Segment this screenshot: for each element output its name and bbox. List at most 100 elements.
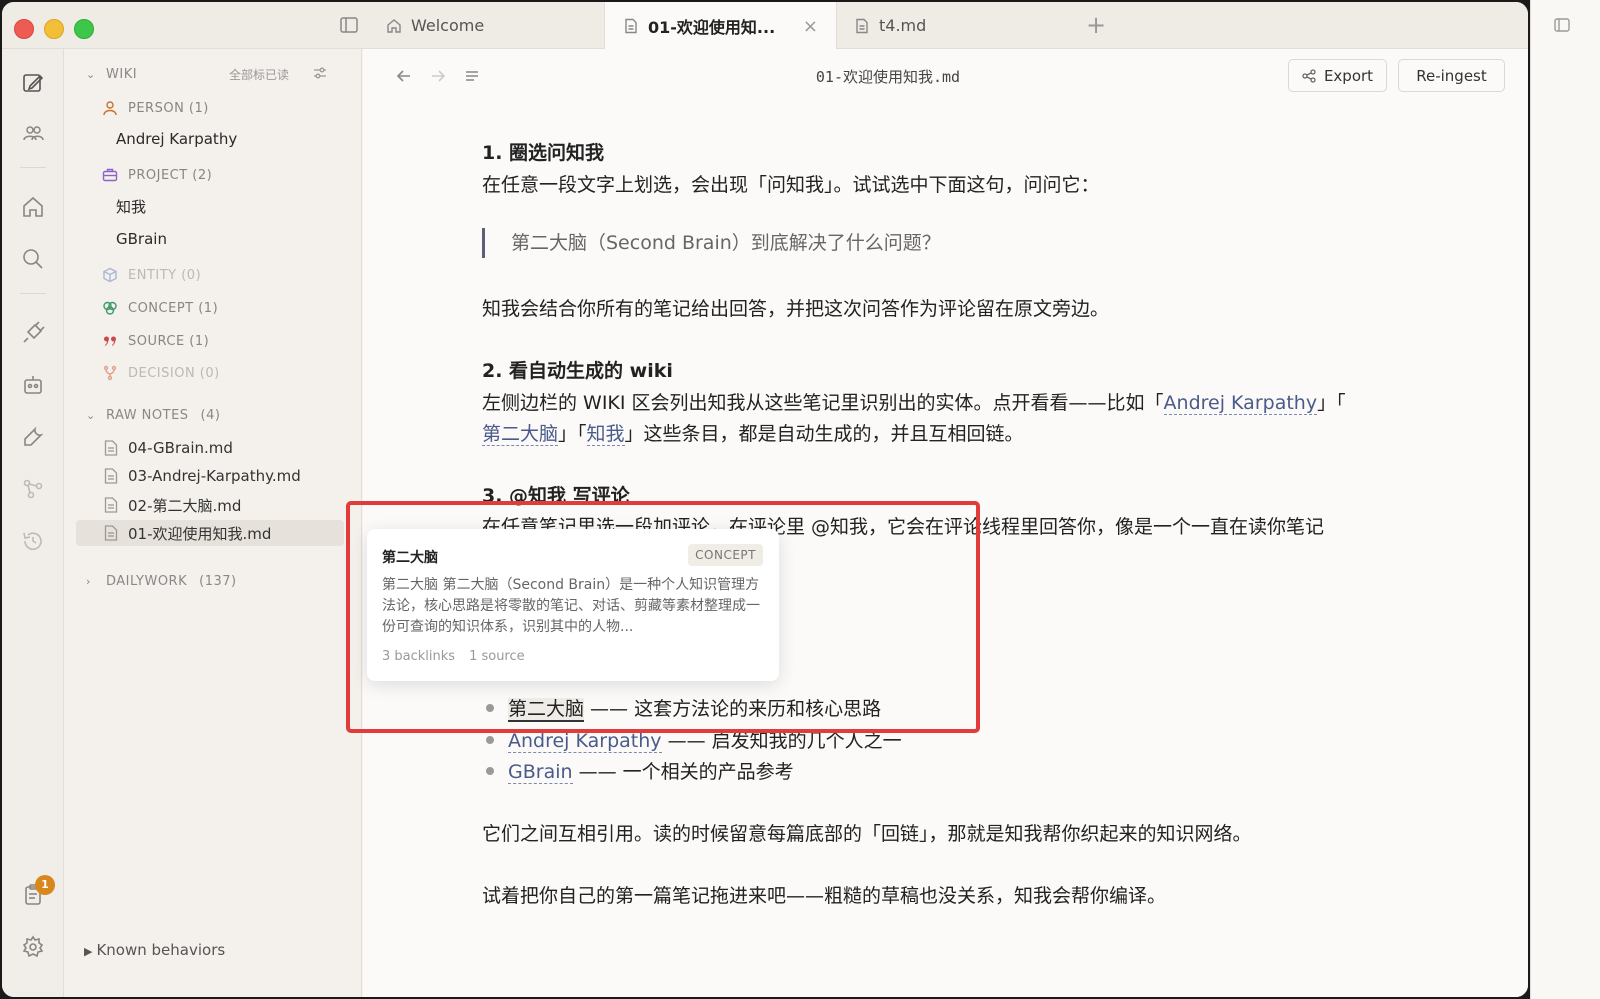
text: 」这些条目，都是自动生成的，并且互相回链。 xyxy=(624,423,1024,445)
filter-icon[interactable] xyxy=(312,65,328,81)
wiki-entry[interactable]: Andrej Karpathy xyxy=(116,130,237,148)
close-window-button[interactable] xyxy=(14,19,34,39)
history-icon[interactable] xyxy=(21,529,45,553)
raw-notes-section-header[interactable]: ⌄ RAW NOTES (4) xyxy=(86,408,220,423)
wiki-entry[interactable]: GBrain xyxy=(116,230,167,248)
wiki-entry[interactable]: 知我 xyxy=(116,196,146,217)
close-tab-icon[interactable]: × xyxy=(803,16,818,37)
robot-icon[interactable] xyxy=(21,373,45,397)
paragraph: 左侧边栏的 WIKI 区会列出知我从这些笔记里识别出的实体。点开看看——比如「A… xyxy=(482,388,1346,415)
known-behaviors-toggle[interactable]: ▶ Known behaviors xyxy=(84,941,225,959)
file-icon xyxy=(104,468,118,484)
category-source[interactable]: SOURCE (1) xyxy=(102,333,209,349)
plug-icon[interactable] xyxy=(21,321,45,345)
note-item-selected[interactable]: 01-欢迎使用知我.md xyxy=(76,520,344,546)
file-icon xyxy=(104,497,118,513)
file-icon xyxy=(856,18,868,33)
file-icon xyxy=(104,440,118,456)
category-project[interactable]: PROJECT (2) xyxy=(102,167,212,183)
divider xyxy=(20,167,46,168)
blockquote: 第二大脑（Second Brain）到底解决了什么问题？ xyxy=(482,228,941,258)
sidebar-toggle-icon[interactable] xyxy=(339,15,359,35)
minimize-window-button[interactable] xyxy=(44,19,64,39)
dailywork-section-header[interactable]: › DAILYWORK (137) xyxy=(86,574,237,589)
list-item: GBrain —— 一个相关的产品参考 xyxy=(486,757,794,784)
document-title: 01-欢迎使用知我.md xyxy=(815,68,961,86)
category-decision[interactable]: DECISION (0) xyxy=(102,365,220,381)
export-label: Export xyxy=(1323,66,1374,85)
file-icon xyxy=(625,18,637,33)
text: —— 一个相关的产品参考 xyxy=(572,761,794,783)
paragraph: 它们之间互相引用。读的时候留意每篇底部的「回链」，那就是知我帮你织起来的知识网络… xyxy=(482,823,1252,845)
new-tab-button[interactable]: + xyxy=(1086,11,1106,39)
paragraph: 知我会结合你所有的笔记给出回答，并把这次问答作为评论留在原文旁边。 xyxy=(482,298,1110,320)
home-icon[interactable] xyxy=(21,195,45,219)
note-item[interactable]: 02-第二大脑.md xyxy=(76,492,344,518)
window-controls xyxy=(14,19,94,39)
wiki-link-gbrain[interactable]: GBrain xyxy=(508,761,573,784)
wiki-link-second-brain[interactable]: 第二大脑 xyxy=(482,423,559,446)
tab-label: t4.md xyxy=(879,16,927,35)
panel-toggle-icon[interactable] xyxy=(1553,16,1571,34)
reingest-button[interactable]: Re-ingest xyxy=(1398,59,1505,92)
chevron-right-icon: › xyxy=(86,575,91,588)
home-icon xyxy=(387,18,401,33)
chevron-down-icon: ⌄ xyxy=(86,409,96,422)
quote-icon xyxy=(104,336,116,346)
paragraph: 试着把你自己的第一篇笔记拖进来吧——粗糙的草稿也没关系，知我会帮你编译。 xyxy=(482,885,1167,907)
brain-icon xyxy=(103,301,117,315)
tab-label: Welcome xyxy=(411,16,485,35)
export-button[interactable]: Export xyxy=(1288,59,1387,92)
note-item[interactable]: 03-Andrej-Karpathy.md xyxy=(76,463,344,489)
wiki-link-zhiwo[interactable]: 知我 xyxy=(586,423,625,446)
category-label: ENTITY (0) xyxy=(128,267,202,283)
heading: 2. 看自动生成的 wiki xyxy=(482,360,673,382)
search-icon[interactable] xyxy=(21,247,45,271)
wiki-link-karpathy[interactable]: Andrej Karpathy xyxy=(508,730,662,753)
share-icon xyxy=(1302,68,1316,83)
note-label: 03-Andrej-Karpathy.md xyxy=(128,467,301,485)
paragraph: 第二大脑」「知我」这些条目，都是自动生成的，并且互相回链。 xyxy=(482,419,1024,446)
text: 」「 xyxy=(558,423,587,445)
right-edge-panel xyxy=(1530,0,1600,999)
raw-notes-count: (4) xyxy=(200,408,221,423)
people-icon[interactable] xyxy=(21,121,45,145)
tab-welcome[interactable]: Welcome xyxy=(386,2,604,49)
category-label: PERSON (1) xyxy=(128,100,209,116)
wrench-icon[interactable] xyxy=(21,425,45,449)
note-label: 04-GBrain.md xyxy=(128,439,233,457)
heading: 1. 圈选问知我 xyxy=(482,142,605,164)
dailywork-title: DAILYWORK xyxy=(106,574,188,589)
mark-all-read-button[interactable]: 全部标已读 xyxy=(229,66,289,83)
sidebar: ⌄ WIKI 全部标已读 PERSON (1) Andrej Karpathy … xyxy=(64,49,362,997)
text: —— 启发知我的几个人之一 xyxy=(661,730,902,752)
tab-bar: Welcome 01-欢迎使用知... × t4.md + xyxy=(2,2,1528,49)
category-entity[interactable]: ENTITY (0) xyxy=(102,267,201,283)
edit-icon[interactable] xyxy=(21,71,45,95)
tab-label: 01-欢迎使用知... xyxy=(648,17,776,37)
text: 左侧边栏的 WIKI 区会列出知我从这些笔记里识别出的实体。点开看看——比如「 xyxy=(482,392,1164,414)
paragraph: 在任意一段文字上划选，会出现「问知我」。试试选中下面这句，问问它： xyxy=(482,174,1100,196)
wiki-section-header[interactable]: ⌄ WIKI xyxy=(86,67,137,82)
gear-icon[interactable] xyxy=(21,935,45,959)
graph-icon[interactable] xyxy=(21,477,45,501)
fork-icon xyxy=(103,365,117,381)
category-label: SOURCE (1) xyxy=(128,333,210,349)
divider xyxy=(20,293,46,294)
category-label: PROJECT (2) xyxy=(128,167,213,183)
note-item[interactable]: 04-GBrain.md xyxy=(76,435,344,461)
category-concept[interactable]: CONCEPT (1) xyxy=(102,300,218,316)
bullet-dot xyxy=(486,736,494,744)
category-label: CONCEPT (1) xyxy=(128,300,219,316)
note-label: 01-欢迎使用知我.md xyxy=(128,524,272,543)
wiki-title: WIKI xyxy=(106,67,138,82)
category-label: DECISION (0) xyxy=(128,365,220,381)
notification-badge: 1 xyxy=(35,875,55,895)
category-person[interactable]: PERSON (1) xyxy=(102,100,209,116)
tab-current-note[interactable]: 01-欢迎使用知... × xyxy=(604,2,837,49)
tab-t4[interactable]: t4.md xyxy=(854,2,1074,49)
zoom-window-button[interactable] xyxy=(74,19,94,39)
dailywork-count: (137) xyxy=(199,574,237,589)
known-behaviors-label: Known behaviors xyxy=(96,941,226,959)
wiki-link-karpathy[interactable]: Andrej Karpathy xyxy=(1163,392,1318,415)
